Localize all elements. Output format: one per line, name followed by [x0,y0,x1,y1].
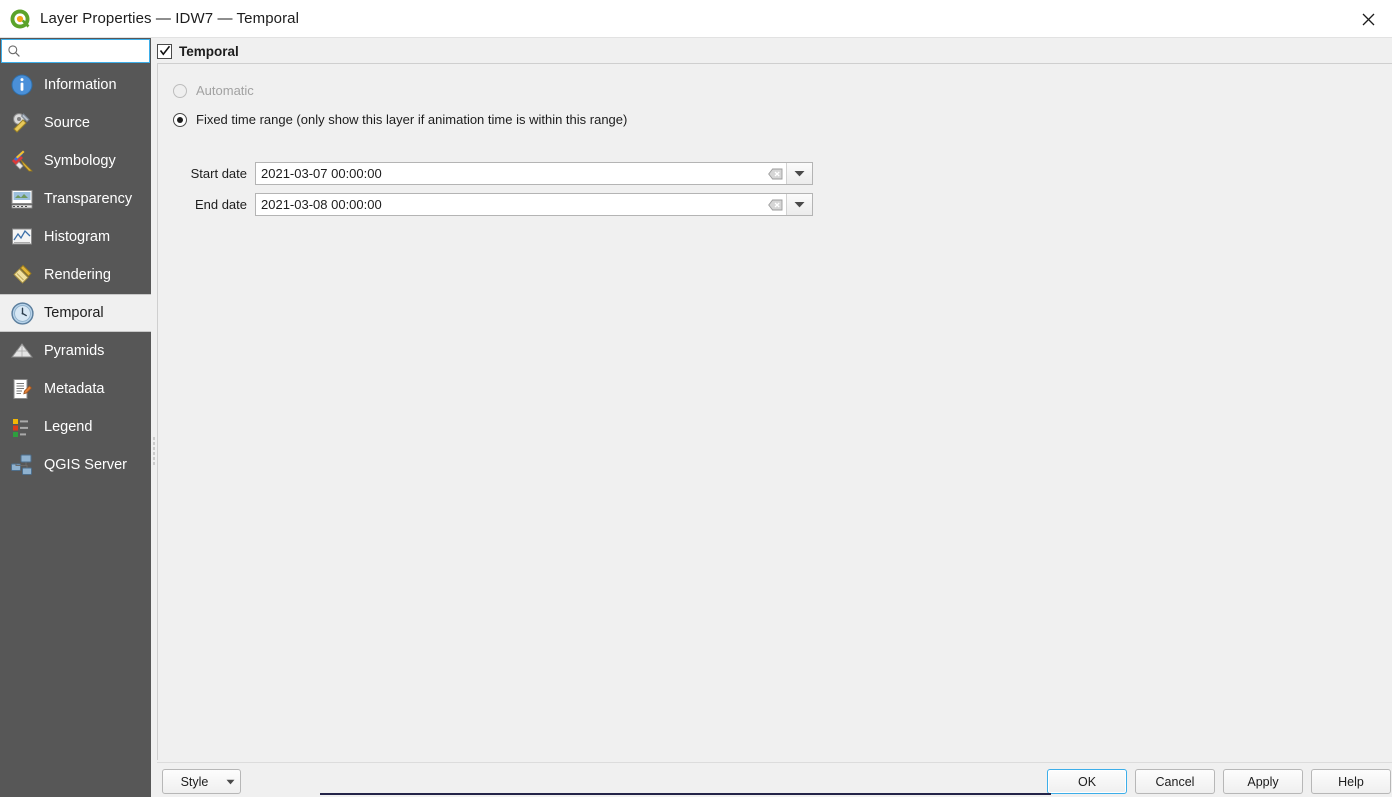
symbology-icon [8,147,36,175]
temporal-group-box: Automatic Fixed time range (only show th… [157,63,1392,760]
mode-automatic-label: Automatic [196,83,254,98]
clock-icon [8,299,36,327]
sidebar-item-label: Information [44,77,117,93]
transparency-icon [8,185,36,213]
style-menu-button[interactable]: Style [162,769,241,794]
sidebar-item-label: Source [44,115,90,131]
window-edge-left [0,790,151,797]
cancel-button[interactable]: Cancel [1135,769,1215,794]
layer-properties-dialog: Layer Properties — IDW7 — Temporal Infor… [0,0,1392,797]
start-date-row: Start date 2021-03-07 00:00:00 [173,162,813,185]
sidebar-item-label: Rendering [44,267,111,283]
qgis-server-icon [8,451,36,479]
source-icon [8,109,36,137]
search-icon [8,45,20,57]
end-date-input[interactable]: 2021-03-08 00:00:00 [255,193,813,216]
splitter-handle-icon [153,436,155,466]
end-date-value: 2021-03-08 00:00:00 [261,197,382,212]
sidebar-item-label: Legend [44,419,93,435]
sidebar-item-metadata[interactable]: Metadata [0,370,151,408]
sidebar-item-information[interactable]: Information [0,66,151,104]
radio-fixed-time-range[interactable] [173,112,187,127]
start-date-label: Start date [190,166,247,181]
search-box[interactable] [1,39,184,63]
temporal-panel: Temporal Automatic Fixed time range (onl… [157,38,1392,760]
qgis-logo-icon [10,9,30,28]
sidebar-item-source[interactable]: Source [0,104,151,142]
end-date-row: End date 2021-03-08 00:00:00 [173,193,813,216]
mode-fixed-range-label: Fixed time range (only show this layer i… [196,112,628,127]
chevron-down-icon[interactable] [786,194,812,215]
pyramids-icon [8,337,36,365]
clear-icon[interactable] [764,163,786,184]
chevron-down-icon [220,779,240,785]
start-date-input[interactable]: 2021-03-07 00:00:00 [255,162,813,185]
sidebar-item-transparency[interactable]: Transparency [0,180,151,218]
metadata-icon [8,375,36,403]
sidebar-item-pyramids[interactable]: Pyramids [0,332,151,370]
legend-icon [8,413,36,441]
style-button-label: Style [180,774,209,789]
end-date-label: End date [194,197,247,212]
sidebar: Information Source Symbology Transparenc… [0,38,184,797]
dialog-button-bar: Style OK Cancel Apply Help [157,762,1392,797]
sidebar-item-symbology[interactable]: Symbology [0,142,151,180]
sidebar-item-label: Pyramids [44,343,105,359]
ok-button[interactable]: OK [1047,769,1127,794]
mode-automatic-row[interactable]: Automatic [173,83,254,98]
window-title: Layer Properties — IDW7 — Temporal [40,10,300,27]
sidebar-item-label: QGIS Server [44,457,127,473]
sidebar-item-label: Histogram [44,229,111,245]
sidebar-item-label: Temporal [44,305,104,321]
sidebar-item-rendering[interactable]: Rendering [0,256,151,294]
temporal-group-header: Temporal [157,40,239,62]
sidebar-item-histogram[interactable]: Histogram [0,218,151,256]
sidebar-item-temporal[interactable]: Temporal [0,294,151,332]
check-icon [159,45,170,56]
start-date-value: 2021-03-07 00:00:00 [261,166,382,181]
group-title: Temporal [179,43,239,59]
close-button[interactable] [1344,0,1392,38]
chevron-down-icon[interactable] [786,163,812,184]
sidebar-item-label: Transparency [44,191,133,207]
sidebar-item-qgis-server[interactable]: QGIS Server [0,446,151,484]
help-button[interactable]: Help [1311,769,1391,794]
mode-fixed-range-row[interactable]: Fixed time range (only show this layer i… [173,112,627,127]
sidebar-nav: Information Source Symbology Transparenc… [0,66,151,484]
histogram-icon [8,223,36,251]
temporal-enable-checkbox[interactable] [157,43,172,59]
window-edge-bottom [320,793,1051,795]
title-bar: Layer Properties — IDW7 — Temporal [0,0,1392,38]
sidebar-item-label: Metadata [44,381,105,397]
clear-icon[interactable] [764,194,786,215]
apply-button[interactable]: Apply [1223,769,1303,794]
close-icon [1362,13,1374,25]
sidebar-item-legend[interactable]: Legend [0,408,151,446]
rendering-icon [8,261,36,289]
information-icon [8,71,36,99]
sidebar-item-label: Symbology [44,153,116,169]
radio-automatic[interactable] [173,83,187,98]
